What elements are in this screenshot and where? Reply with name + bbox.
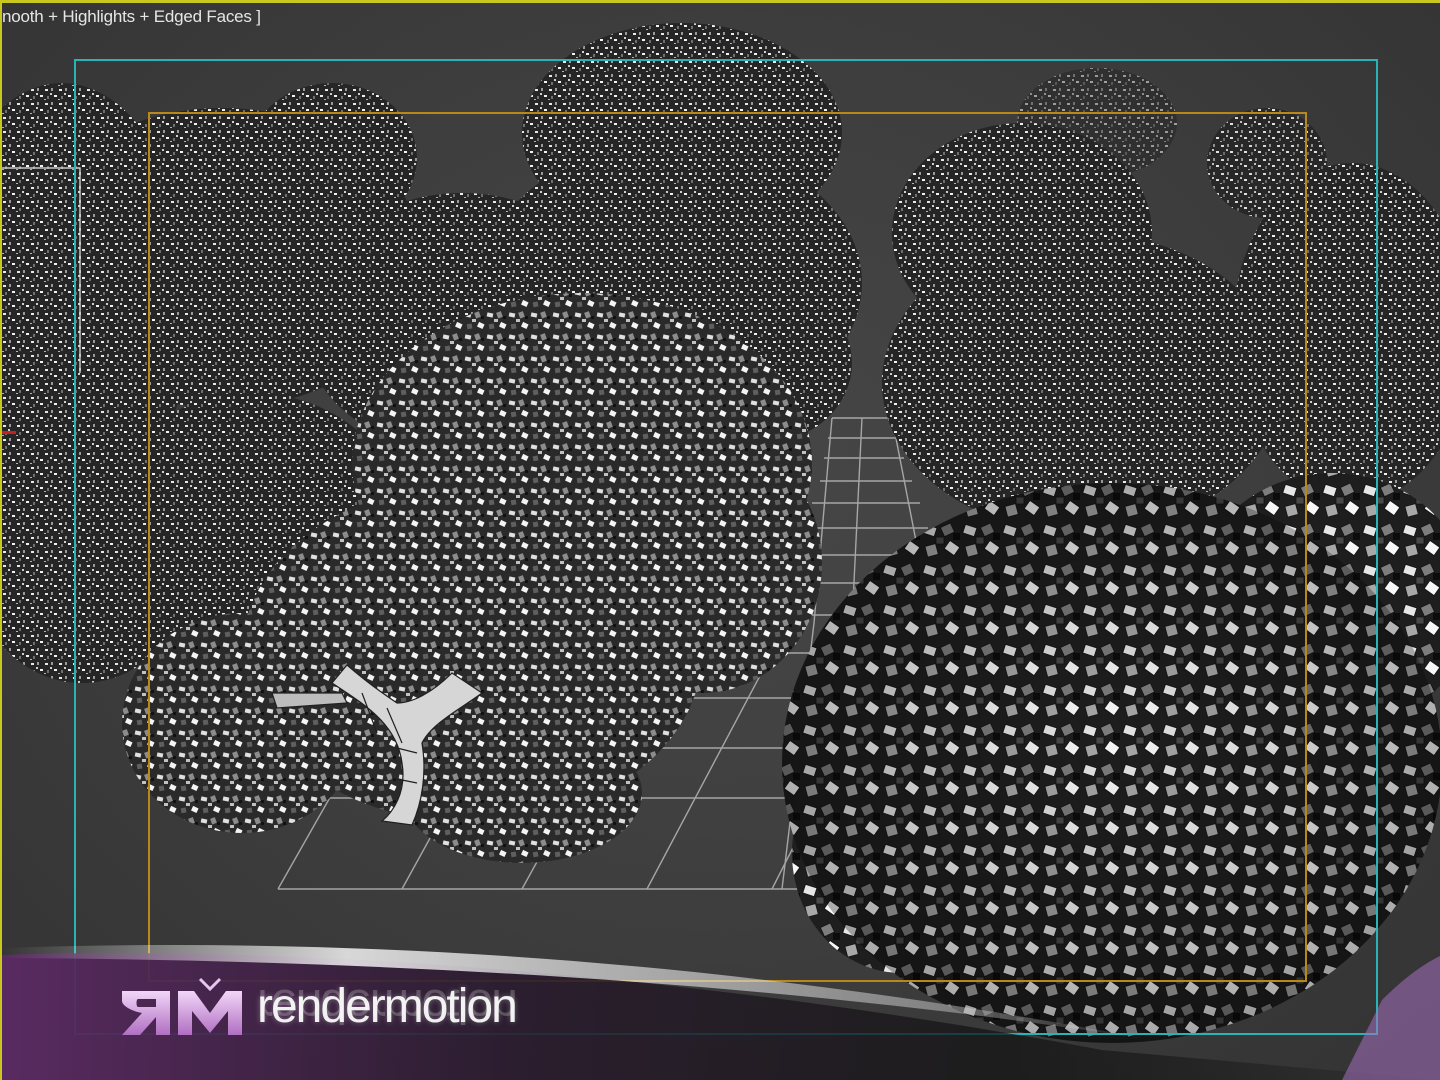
bush-foreground [782,473,1440,1043]
viewport-shading-label[interactable]: nooth + Highlights + Edged Faces ] [2,7,261,27]
rendermotion-brand-reflection: rendermotion [257,979,516,1032]
tree-canopy-right [882,68,1440,533]
viewport-perspective[interactable]: nooth + Highlights + Edged Faces ] rende… [0,0,1440,1080]
rendermotion-logo-icon [122,977,242,1035]
selection-marker [2,431,16,434]
scene-geometry[interactable] [2,3,1440,1080]
